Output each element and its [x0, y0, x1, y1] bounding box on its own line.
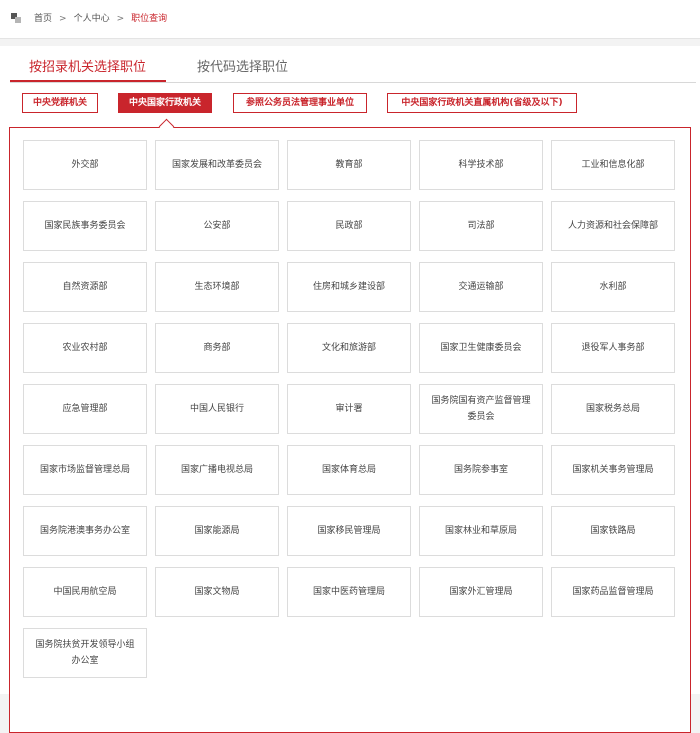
agency-item[interactable]: 商务部	[155, 323, 279, 373]
breadcrumb-separator: >	[116, 14, 125, 24]
agency-item[interactable]: 生态环境部	[155, 262, 279, 312]
agency-item[interactable]: 司法部	[419, 201, 543, 251]
breadcrumb-separator: >	[59, 14, 67, 24]
agency-item[interactable]: 住房和城乡建设部	[287, 262, 411, 312]
job-search-panel: 按招录机关选择职位 按代码选择职位 中央党群机关 中央国家行政机关 参照公务员法…	[0, 46, 700, 733]
agency-item[interactable]: 应急管理部	[23, 384, 147, 434]
agency-item[interactable]: 农业农村部	[23, 323, 147, 373]
agency-item[interactable]: 自然资源部	[23, 262, 147, 312]
agency-item[interactable]: 国务院国有资产监督管理委员会	[419, 384, 543, 434]
agency-item[interactable]: 审计署	[287, 384, 411, 434]
agency-item[interactable]: 国务院港澳事务办公室	[23, 506, 147, 556]
category-civil-service-units[interactable]: 参照公务员法管理事业单位	[233, 93, 367, 113]
breadcrumb-personal-center[interactable]: 个人中心	[74, 14, 110, 24]
agency-item[interactable]: 公安部	[155, 201, 279, 251]
tab-by-agency[interactable]: 按招录机关选择职位	[29, 60, 146, 76]
agency-item[interactable]: 国家卫生健康委员会	[419, 323, 543, 373]
agency-item[interactable]: 交通运输部	[419, 262, 543, 312]
agency-item[interactable]: 国家发展和改革委员会	[155, 140, 279, 190]
agency-item[interactable]: 国家市场监督管理总局	[23, 445, 147, 495]
agency-item[interactable]: 工业和信息化部	[551, 140, 675, 190]
agency-item[interactable]: 国家林业和草原局	[419, 506, 543, 556]
agency-item[interactable]: 中国人民银行	[155, 384, 279, 434]
category-central-admin[interactable]: 中央国家行政机关	[118, 93, 212, 113]
agency-item[interactable]: 国务院参事室	[419, 445, 543, 495]
agency-item[interactable]: 国家铁路局	[551, 506, 675, 556]
agency-item[interactable]: 国家文物局	[155, 567, 279, 617]
agency-item[interactable]: 国家体育总局	[287, 445, 411, 495]
agency-item[interactable]: 民政部	[287, 201, 411, 251]
agency-item[interactable]: 教育部	[287, 140, 411, 190]
breadcrumb-home[interactable]: 首页	[34, 14, 52, 24]
agency-item[interactable]: 国家药品监督管理局	[551, 567, 675, 617]
agency-item[interactable]: 国家民族事务委员会	[23, 201, 147, 251]
agency-item[interactable]: 国务院扶贫开发领导小组办公室	[23, 628, 147, 678]
agency-item[interactable]: 国家税务总局	[551, 384, 675, 434]
agency-item[interactable]: 水利部	[551, 262, 675, 312]
category-directly-affiliated[interactable]: 中央国家行政机关直属机构(省级及以下)	[387, 93, 577, 113]
agency-item[interactable]: 科学技术部	[419, 140, 543, 190]
breadcrumb-current: 职位查询	[131, 14, 168, 24]
breadcrumb-bar: 首页 > 个人中心 > 职位查询	[0, 0, 700, 39]
agency-grid: 外交部 国家发展和改革委员会 教育部 科学技术部 工业和信息化部国家民族事务委员会 公安部…	[9, 127, 691, 733]
agency-item[interactable]: 人力资源和社会保障部	[551, 201, 675, 251]
breadcrumb: 首页 > 个人中心 > 职位查询	[34, 13, 167, 25]
agency-item[interactable]: 退役军人事务部	[551, 323, 675, 373]
active-tab-indicator	[10, 80, 166, 82]
agency-item[interactable]: 国家能源局	[155, 506, 279, 556]
category-party-organs[interactable]: 中央党群机关	[22, 93, 98, 113]
agency-item[interactable]: 国家移民管理局	[287, 506, 411, 556]
home-icon	[11, 13, 21, 23]
agency-item[interactable]: 国家机关事务管理局	[551, 445, 675, 495]
agency-item[interactable]: 外交部	[23, 140, 147, 190]
agency-item[interactable]: 中国民用航空局	[23, 567, 147, 617]
agency-item[interactable]: 国家外汇管理局	[419, 567, 543, 617]
agency-item[interactable]: 国家中医药管理局	[287, 567, 411, 617]
agency-item[interactable]: 文化和旅游部	[287, 323, 411, 373]
tab-by-code[interactable]: 按代码选择职位	[197, 60, 288, 76]
agency-item[interactable]: 国家广播电视总局	[155, 445, 279, 495]
tab-bar: 按招录机关选择职位 按代码选择职位	[10, 46, 696, 83]
